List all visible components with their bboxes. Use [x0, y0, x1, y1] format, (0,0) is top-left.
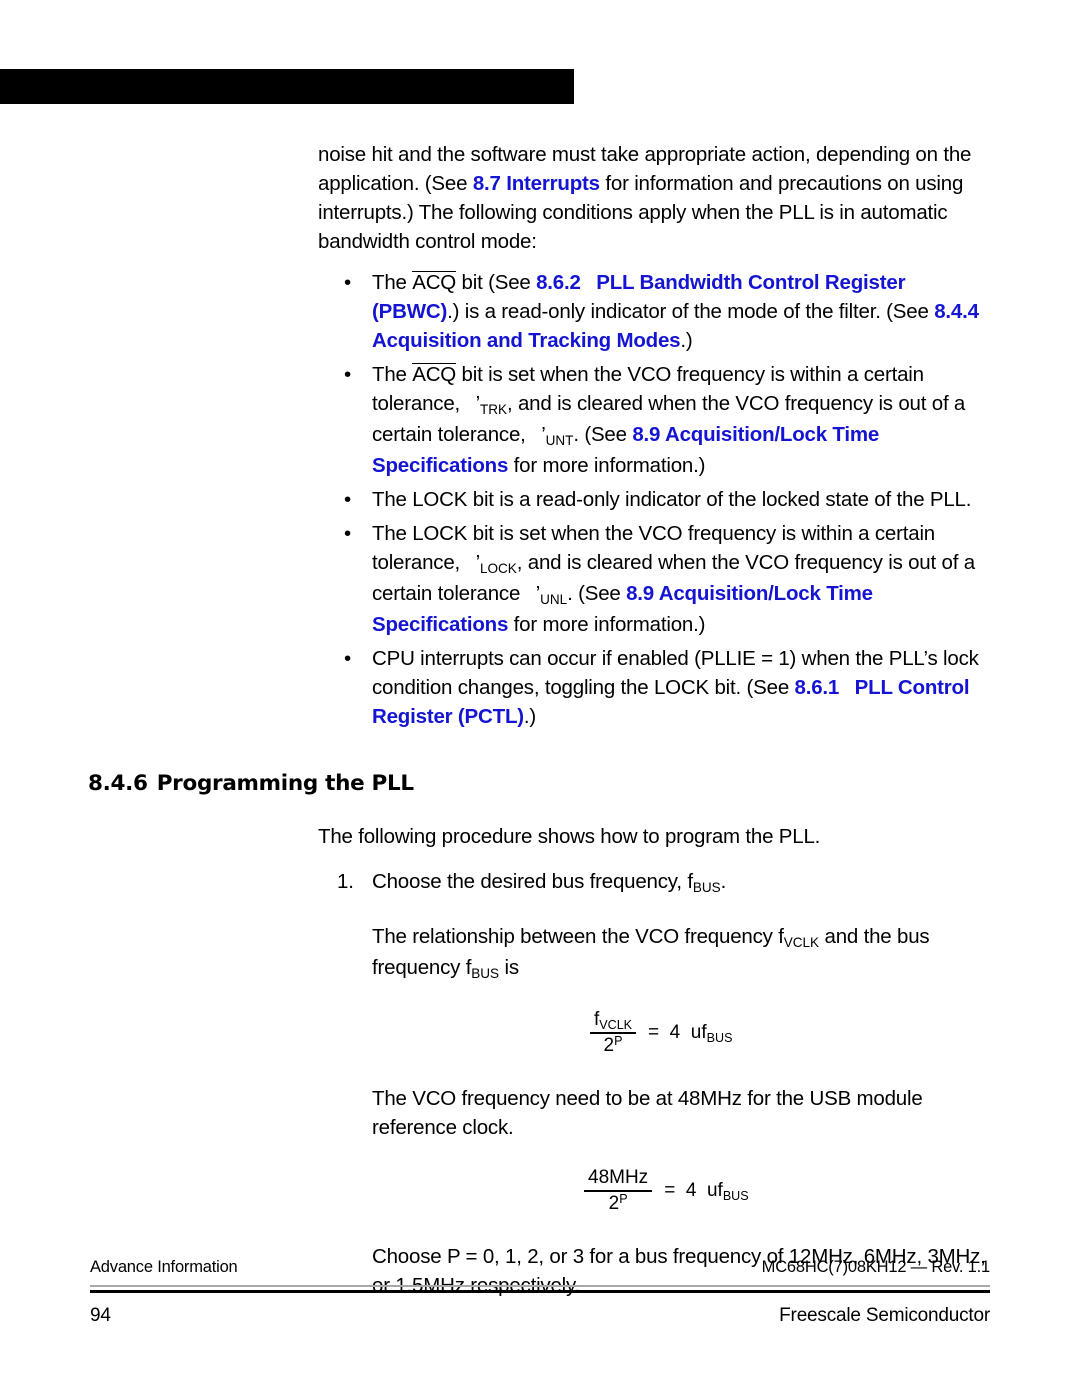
subscript-bus: BUS: [706, 1030, 733, 1045]
footer-company-name: Freescale Semiconductor: [779, 1304, 990, 1326]
list-item: • The ACQ bit is set when the VCO freque…: [344, 360, 990, 480]
equation-48mhz-over-2p: 48MHz 2P = 4 ufBUS: [372, 1162, 1080, 1220]
equation-right-side: = 4 ufBUS: [648, 1022, 733, 1045]
denominator-exponent: P: [614, 1033, 623, 1048]
list-item: • The LOCK bit is set when the VCO frequ…: [344, 519, 990, 639]
subscript-lock: LOCK: [479, 560, 517, 576]
list-item: • The ACQ bit (See 8.6.2 PLL Bandwidth C…: [344, 268, 990, 355]
subscript-trk: TRK: [479, 401, 507, 417]
subscript-unt: UNT: [545, 432, 574, 448]
bullet-marker-icon: •: [344, 522, 351, 545]
bullet-4-seg-2: .): [523, 705, 537, 728]
section-number: 8.4.6: [88, 771, 148, 796]
relationship-part1: The relationship between the VCO frequen…: [372, 925, 784, 948]
fraction-denominator: 2P: [605, 1192, 632, 1214]
subscript-unl: UNL: [540, 591, 568, 607]
equation-right-side: = 4 ufBUS: [664, 1180, 749, 1203]
numerator-subscript: VCLK: [599, 1017, 633, 1032]
section-title: Programming the PLL: [156, 771, 414, 796]
subscript-vclk: VCLK: [783, 934, 820, 950]
bullet-1-seg-0: The: [372, 363, 413, 386]
bullet-2-text: The LOCK bit is a read-only indicator of…: [372, 488, 972, 511]
procedure-intro-paragraph: The following procedure shows how to pro…: [318, 825, 821, 848]
acq-overline-label: ACQ: [412, 271, 457, 294]
footer-document-revision: MC68HC(7)08KH12 — Rev. 1.1: [761, 1258, 991, 1276]
bullet-marker-icon: •: [344, 271, 351, 294]
equation-rhs-prefix: = 4 uf: [648, 1022, 707, 1043]
footer-advance-information: Advance Information: [90, 1258, 238, 1276]
fraction-numerator: fVCLK: [590, 1010, 636, 1032]
intro-paragraph: noise hit and the software must take app…: [318, 140, 990, 256]
fraction: fVCLK 2P: [590, 1010, 637, 1056]
footer-bottom-row: 94 Freescale Semiconductor: [90, 1305, 990, 1327]
subscript-bus: BUS: [692, 879, 721, 895]
bullet-3-seg-6: for more information.): [508, 613, 706, 636]
equation-rhs-prefix: = 4 uf: [664, 1180, 723, 1201]
relationship-paragraph: The relationship between the VCO frequen…: [372, 922, 990, 984]
numerator-base: 48MHz: [588, 1167, 649, 1189]
list-item: • The LOCK bit is a read-only indicator …: [344, 485, 990, 514]
section-heading: 8.4.6 Programming the PLL: [88, 771, 1080, 796]
equation-vclk-over-2p: fVCLK 2P = 4 ufBUS: [372, 1004, 1080, 1062]
denominator-base: 2: [608, 1192, 620, 1214]
footer-top-row: Advance Information MC68HC(7)08KH12 — Re…: [90, 1258, 990, 1277]
footer-divider-thin: [90, 1285, 990, 1287]
subscript-bus: BUS: [722, 1188, 749, 1203]
bullet-0-seg-6: .): [680, 329, 693, 352]
page-footer: Advance Information MC68HC(7)08KH12 — Re…: [0, 1258, 1080, 1327]
page-number: 94: [90, 1304, 111, 1326]
step-text-after: .: [720, 870, 727, 893]
fraction-numerator: 48MHz: [584, 1168, 652, 1190]
link-8-7-interrupts[interactable]: 8.7 Interrupts: [473, 172, 600, 195]
vco-paragraph: The VCO frequency need to be at 48MHz fo…: [372, 1087, 923, 1139]
bullet-1-seg-6: . (See: [573, 423, 633, 446]
page-content: noise hit and the software must take app…: [0, 140, 1080, 1300]
bullet-marker-icon: •: [344, 647, 351, 670]
bullet-marker-icon: •: [344, 363, 351, 386]
bullet-0-seg-2: bit (See: [456, 271, 537, 294]
footer-divider-thick: [90, 1289, 990, 1293]
fraction-denominator: 2P: [600, 1034, 627, 1056]
list-item: • CPU interrupts can occur if enabled (P…: [344, 644, 990, 731]
denominator-exponent: P: [619, 1191, 628, 1206]
list-item: 1. Choose the desired bus frequency, fBU…: [337, 867, 990, 898]
bullet-1-seg-8: for more information.): [508, 454, 706, 477]
conditions-bullet-list: • The ACQ bit (See 8.6.2 PLL Bandwidth C…: [0, 268, 1080, 731]
bullet-marker-icon: •: [344, 488, 351, 511]
step-number: 1.: [337, 870, 354, 893]
header-black-bar: [0, 69, 574, 104]
denominator-base: 2: [603, 1034, 615, 1056]
step-text-before: Choose the desired bus frequency, f: [372, 870, 693, 893]
bullet-0-seg-0: The: [372, 271, 413, 294]
fraction: 48MHz 2P: [584, 1168, 653, 1214]
procedure-step-list: 1. Choose the desired bus frequency, fBU…: [0, 867, 1080, 898]
acq-overline-label: ACQ: [412, 363, 457, 386]
subscript-bus: BUS: [471, 965, 500, 981]
bullet-0-seg-4: .) is a read-only indicator of the mode …: [447, 300, 935, 323]
bullet-3-seg-4: . (See: [567, 582, 627, 605]
relationship-part3: is: [499, 956, 520, 979]
